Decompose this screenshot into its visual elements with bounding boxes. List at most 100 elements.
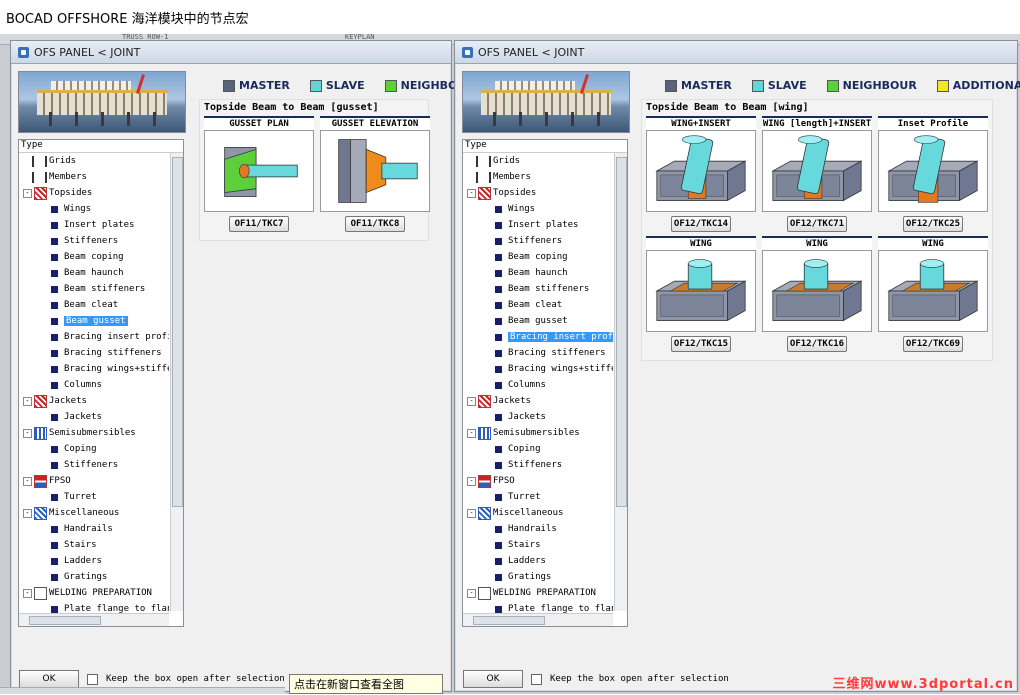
expand-toggle-icon[interactable]: - xyxy=(467,396,476,406)
tree-item-jackets[interactable]: - Jackets xyxy=(19,393,169,409)
expand-toggle-icon[interactable]: - xyxy=(467,188,476,198)
tree-item-members[interactable]: Members xyxy=(463,169,613,185)
tree-item-grids[interactable]: Grids xyxy=(463,153,613,169)
joint-illustration[interactable] xyxy=(646,130,756,212)
scroll-thumb[interactable] xyxy=(616,157,627,507)
tree-item-stiffeners[interactable]: Stiffeners xyxy=(463,457,613,473)
tree-item-bracing-insert-profi[interactable]: Bracing insert profi xyxy=(463,329,613,345)
joint-illustration[interactable] xyxy=(762,130,872,212)
tree-item-welding-preparation[interactable]: - WELDING PREPARATION xyxy=(463,585,613,601)
tree-item-beam-gusset[interactable]: Beam gusset xyxy=(19,313,169,329)
tree-item-beam-stiffeners[interactable]: Beam stiffeners xyxy=(463,281,613,297)
tree-horizontal-scrollbar[interactable] xyxy=(463,613,613,626)
tree-item-beam-coping[interactable]: Beam coping xyxy=(19,249,169,265)
tree-item-gratings[interactable]: Gratings xyxy=(463,569,613,585)
tree-item-miscellaneous[interactable]: - Miscellaneous xyxy=(19,505,169,521)
window-titlebar[interactable]: OFS PANEL < JOINT xyxy=(455,41,1017,64)
tree-item-topsides[interactable]: - Topsides xyxy=(463,185,613,201)
joint-illustration[interactable] xyxy=(878,250,988,332)
tree-item-insert-plates[interactable]: Insert plates xyxy=(463,217,613,233)
ok-button[interactable]: OK xyxy=(463,670,523,688)
tree-item-jackets[interactable]: Jackets xyxy=(463,409,613,425)
tree-item-insert-plates[interactable]: Insert plates xyxy=(19,217,169,233)
joint-code-button[interactable]: OF12/TKC25 xyxy=(903,216,963,232)
tree-vertical-scrollbar[interactable] xyxy=(170,153,183,611)
tree-item-jackets[interactable]: - Jackets xyxy=(463,393,613,409)
tree-item-coping[interactable]: Coping xyxy=(463,441,613,457)
tree-item-plate-flange-to-flang[interactable]: Plate flange to flang xyxy=(19,601,169,613)
tree-item-columns[interactable]: Columns xyxy=(463,377,613,393)
tree-item-stiffeners[interactable]: Stiffeners xyxy=(19,233,169,249)
joint-illustration[interactable] xyxy=(204,130,314,212)
joint-code-button[interactable]: OF11/TKC8 xyxy=(345,216,405,232)
tree-item-bracing-stiffeners[interactable]: Bracing stiffeners xyxy=(19,345,169,361)
tree-item-fpso[interactable]: - FPSO xyxy=(19,473,169,489)
joint-illustration[interactable] xyxy=(320,130,430,212)
tree-item-jackets[interactable]: Jackets xyxy=(19,409,169,425)
tree-item-members[interactable]: Members xyxy=(19,169,169,185)
expand-toggle-icon[interactable]: - xyxy=(467,508,476,518)
expand-toggle-icon[interactable]: - xyxy=(23,396,32,406)
tree-horizontal-scrollbar[interactable] xyxy=(19,613,169,626)
scroll-thumb[interactable] xyxy=(172,157,183,507)
tree-item-bracing-wings-stiffen[interactable]: Bracing wings+stiffen xyxy=(19,361,169,377)
tree-item-beam-cleat[interactable]: Beam cleat xyxy=(463,297,613,313)
expand-toggle-icon[interactable]: - xyxy=(467,476,476,486)
tree-item-grids[interactable]: Grids xyxy=(19,153,169,169)
tree-item-beam-gusset[interactable]: Beam gusset xyxy=(463,313,613,329)
tree-item-handrails[interactable]: Handrails xyxy=(19,521,169,537)
window-titlebar[interactable]: OFS PANEL < JOINT xyxy=(11,41,451,64)
expand-toggle-icon[interactable]: - xyxy=(23,588,32,598)
tree-item-plate-flange-to-flang[interactable]: Plate flange to flang xyxy=(463,601,613,613)
tree-item-handrails[interactable]: Handrails xyxy=(463,521,613,537)
joint-code-button[interactable]: OF12/TKC15 xyxy=(671,336,731,352)
tree-item-coping[interactable]: Coping xyxy=(19,441,169,457)
expand-toggle-icon[interactable]: - xyxy=(467,428,476,438)
tree-item-ladders[interactable]: Ladders xyxy=(463,553,613,569)
tree-item-bracing-wings-stiffen[interactable]: Bracing wings+stiffen xyxy=(463,361,613,377)
scroll-thumb[interactable] xyxy=(29,616,101,625)
tree-item-semisubmersibles[interactable]: - Semisubmersibles xyxy=(19,425,169,441)
joint-illustration[interactable] xyxy=(762,250,872,332)
tree-item-columns[interactable]: Columns xyxy=(19,377,169,393)
tree-item-beam-cleat[interactable]: Beam cleat xyxy=(19,297,169,313)
tree-item-ladders[interactable]: Ladders xyxy=(19,553,169,569)
joint-code-button[interactable]: OF12/TKC14 xyxy=(671,216,731,232)
expand-toggle-icon[interactable]: - xyxy=(23,508,32,518)
tree-item-stiffeners[interactable]: Stiffeners xyxy=(19,457,169,473)
tree-vertical-scrollbar[interactable] xyxy=(614,153,627,611)
tree-item-wings[interactable]: Wings xyxy=(463,201,613,217)
tree-item-beam-haunch[interactable]: Beam haunch xyxy=(19,265,169,281)
expand-toggle-icon[interactable]: - xyxy=(23,188,32,198)
tree-item-miscellaneous[interactable]: - Miscellaneous xyxy=(463,505,613,521)
joint-code-button[interactable]: OF12/TKC16 xyxy=(787,336,847,352)
tree-item-bracing-stiffeners[interactable]: Bracing stiffeners xyxy=(463,345,613,361)
tree-item-welding-preparation[interactable]: - WELDING PREPARATION xyxy=(19,585,169,601)
tree-item-bracing-insert-profi[interactable]: Bracing insert profi xyxy=(19,329,169,345)
tree-item-beam-haunch[interactable]: Beam haunch xyxy=(463,265,613,281)
tree-item-topsides[interactable]: - Topsides xyxy=(19,185,169,201)
expand-toggle-icon[interactable]: - xyxy=(23,476,32,486)
scroll-thumb[interactable] xyxy=(473,616,545,625)
keep-open-checkbox[interactable] xyxy=(531,673,542,685)
tree-item-stairs[interactable]: Stairs xyxy=(19,537,169,553)
tree-item-beam-coping[interactable]: Beam coping xyxy=(463,249,613,265)
expand-toggle-icon[interactable]: - xyxy=(23,428,32,438)
tree-item-gratings[interactable]: Gratings xyxy=(19,569,169,585)
expand-toggle-icon[interactable]: - xyxy=(467,588,476,598)
joint-code-button[interactable]: OF12/TKC69 xyxy=(903,336,963,352)
tree-item-stairs[interactable]: Stairs xyxy=(463,537,613,553)
joint-code-button[interactable]: OF11/TKC7 xyxy=(229,216,289,232)
tree-item-beam-stiffeners[interactable]: Beam stiffeners xyxy=(19,281,169,297)
keep-open-checkbox[interactable] xyxy=(87,673,98,685)
joint-illustration[interactable] xyxy=(878,130,988,212)
tree-item-fpso[interactable]: - FPSO xyxy=(463,473,613,489)
tree-item-semisubmersibles[interactable]: - Semisubmersibles xyxy=(463,425,613,441)
tree-item-turret[interactable]: Turret xyxy=(463,489,613,505)
tree-item-stiffeners[interactable]: Stiffeners xyxy=(463,233,613,249)
ok-button[interactable]: OK xyxy=(19,670,79,688)
tree-item-wings[interactable]: Wings xyxy=(19,201,169,217)
joint-illustration[interactable] xyxy=(646,250,756,332)
tree-item-turret[interactable]: Turret xyxy=(19,489,169,505)
joint-code-button[interactable]: OF12/TKC71 xyxy=(787,216,847,232)
